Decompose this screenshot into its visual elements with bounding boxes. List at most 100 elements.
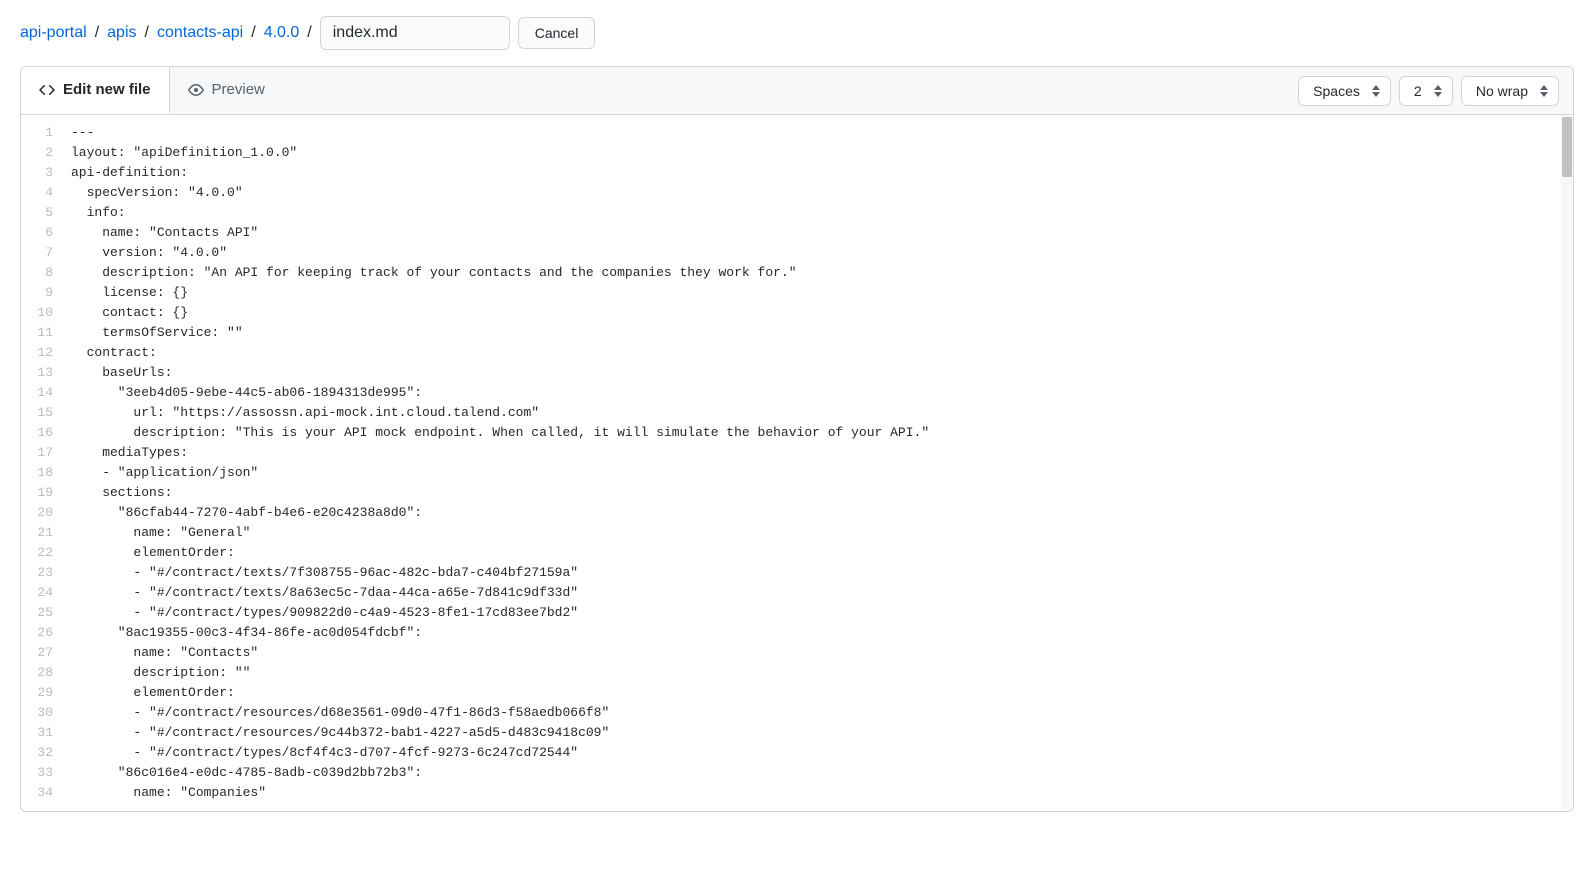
scrollbar-thumb[interactable] [1562,117,1572,177]
breadcrumb: api-portal / apis / contacts-api / 4.0.0… [0,0,1594,66]
code-line[interactable]: 7 version: "4.0.0" [21,243,1573,263]
line-content: elementOrder: [71,543,235,563]
line-number: 11 [21,323,71,343]
scrollbar-track[interactable] [1561,115,1573,811]
code-line[interactable]: 8 description: "An API for keeping track… [21,263,1573,283]
indent-size-select[interactable]: 2 [1399,76,1453,106]
breadcrumb-link-version[interactable]: 4.0.0 [264,24,300,42]
line-content: elementOrder: [71,683,235,703]
line-content: description: "" [71,663,250,683]
breadcrumb-link-apis[interactable]: apis [107,24,136,42]
line-number: 8 [21,263,71,283]
line-content: - "#/contract/types/8cf4f4c3-d707-4fcf-9… [71,743,578,763]
updown-icon [1434,85,1442,97]
code-line[interactable]: 10 contact: {} [21,303,1573,323]
code-line[interactable]: 12 contract: [21,343,1573,363]
eye-icon [188,82,204,98]
line-number: 14 [21,383,71,403]
code-line[interactable]: 31 - "#/contract/resources/9c44b372-bab1… [21,723,1573,743]
line-number: 7 [21,243,71,263]
code-line[interactable]: 21 name: "General" [21,523,1573,543]
line-content: info: [71,203,126,223]
line-number: 19 [21,483,71,503]
line-content: "86cfab44-7270-4abf-b4e6-e20c4238a8d0": [71,503,422,523]
line-content: name: "General" [71,523,250,543]
code-line[interactable]: 13 baseUrls: [21,363,1573,383]
line-number: 24 [21,583,71,603]
line-number: 30 [21,703,71,723]
breadcrumb-separator: / [95,24,99,42]
breadcrumb-link-apiportal[interactable]: api-portal [20,24,87,42]
code-line[interactable]: 29 elementOrder: [21,683,1573,703]
indent-mode-value: Spaces [1313,83,1360,99]
editor-controls: Spaces 2 No wrap [1298,76,1573,106]
code-line[interactable]: 33 "86c016e4-e0dc-4785-8adb-c039d2bb72b3… [21,763,1573,783]
code-line[interactable]: 4 specVersion: "4.0.0" [21,183,1573,203]
breadcrumb-separator: / [307,24,311,42]
line-content: layout: "apiDefinition_1.0.0" [71,143,297,163]
code-line[interactable]: 32 - "#/contract/types/8cf4f4c3-d707-4fc… [21,743,1573,763]
line-number: 18 [21,463,71,483]
line-content: - "#/contract/resources/d68e3561-09d0-47… [71,703,609,723]
line-content: version: "4.0.0" [71,243,227,263]
code-line[interactable]: 9 license: {} [21,283,1573,303]
code-line[interactable]: 18 - "application/json" [21,463,1573,483]
line-content: --- [71,123,94,143]
code-line[interactable]: 16 description: "This is your API mock e… [21,423,1573,443]
code-line[interactable]: 22 elementOrder: [21,543,1573,563]
line-content: - "#/contract/types/909822d0-c4a9-4523-8… [71,603,578,623]
code-icon [39,82,55,98]
line-content: "8ac19355-00c3-4f34-86fe-ac0d054fdcbf": [71,623,422,643]
tab-preview[interactable]: Preview [170,67,283,114]
code-line[interactable]: 26 "8ac19355-00c3-4f34-86fe-ac0d054fdcbf… [21,623,1573,643]
code-line[interactable]: 1--- [21,123,1573,143]
breadcrumb-separator: / [251,24,255,42]
code-line[interactable]: 27 name: "Contacts" [21,643,1573,663]
code-line[interactable]: 11 termsOfService: "" [21,323,1573,343]
code-line[interactable]: 6 name: "Contacts API" [21,223,1573,243]
line-number: 25 [21,603,71,623]
code-line[interactable]: 24 - "#/contract/texts/8a63ec5c-7daa-44c… [21,583,1573,603]
line-content: - "#/contract/texts/8a63ec5c-7daa-44ca-a… [71,583,578,603]
filename-input[interactable] [320,16,510,50]
code-line[interactable]: 19 sections: [21,483,1573,503]
line-number: 6 [21,223,71,243]
line-number: 28 [21,663,71,683]
code-line[interactable]: 34 name: "Companies" [21,783,1573,803]
code-line[interactable]: 17 mediaTypes: [21,443,1573,463]
code-line[interactable]: 5 info: [21,203,1573,223]
line-number: 26 [21,623,71,643]
line-content: - "application/json" [71,463,258,483]
line-number: 9 [21,283,71,303]
line-content: termsOfService: "" [71,323,243,343]
tab-preview-label: Preview [212,81,265,98]
breadcrumb-link-contactsapi[interactable]: contacts-api [157,24,243,42]
code-line[interactable]: 2layout: "apiDefinition_1.0.0" [21,143,1573,163]
line-content: api-definition: [71,163,188,183]
updown-icon [1372,85,1380,97]
line-number: 15 [21,403,71,423]
tab-edit-new-file[interactable]: Edit new file [21,67,170,114]
code-line[interactable]: 23 - "#/contract/texts/7f308755-96ac-482… [21,563,1573,583]
line-content: sections: [71,483,172,503]
line-content: "3eeb4d05-9ebe-44c5-ab06-1894313de995": [71,383,422,403]
line-content: name: "Companies" [71,783,266,803]
line-content: license: {} [71,283,188,303]
code-line[interactable]: 14 "3eeb4d05-9ebe-44c5-ab06-1894313de995… [21,383,1573,403]
code-line[interactable]: 28 description: "" [21,663,1573,683]
wrap-mode-select[interactable]: No wrap [1461,76,1559,106]
line-content: - "#/contract/resources/9c44b372-bab1-42… [71,723,609,743]
line-number: 16 [21,423,71,443]
code-line[interactable]: 15 url: "https://assossn.api-mock.int.cl… [21,403,1573,423]
code-line[interactable]: 30 - "#/contract/resources/d68e3561-09d0… [21,703,1573,723]
indent-mode-select[interactable]: Spaces [1298,76,1391,106]
line-number: 13 [21,363,71,383]
code-editor[interactable]: 1---2layout: "apiDefinition_1.0.0"3api-d… [21,115,1573,811]
line-content: mediaTypes: [71,443,188,463]
editor-container: Edit new file Preview Spaces 2 [20,66,1574,812]
code-line[interactable]: 3api-definition: [21,163,1573,183]
cancel-button[interactable]: Cancel [518,17,596,49]
code-line[interactable]: 20 "86cfab44-7270-4abf-b4e6-e20c4238a8d0… [21,503,1573,523]
code-line[interactable]: 25 - "#/contract/types/909822d0-c4a9-452… [21,603,1573,623]
updown-icon [1540,85,1548,97]
